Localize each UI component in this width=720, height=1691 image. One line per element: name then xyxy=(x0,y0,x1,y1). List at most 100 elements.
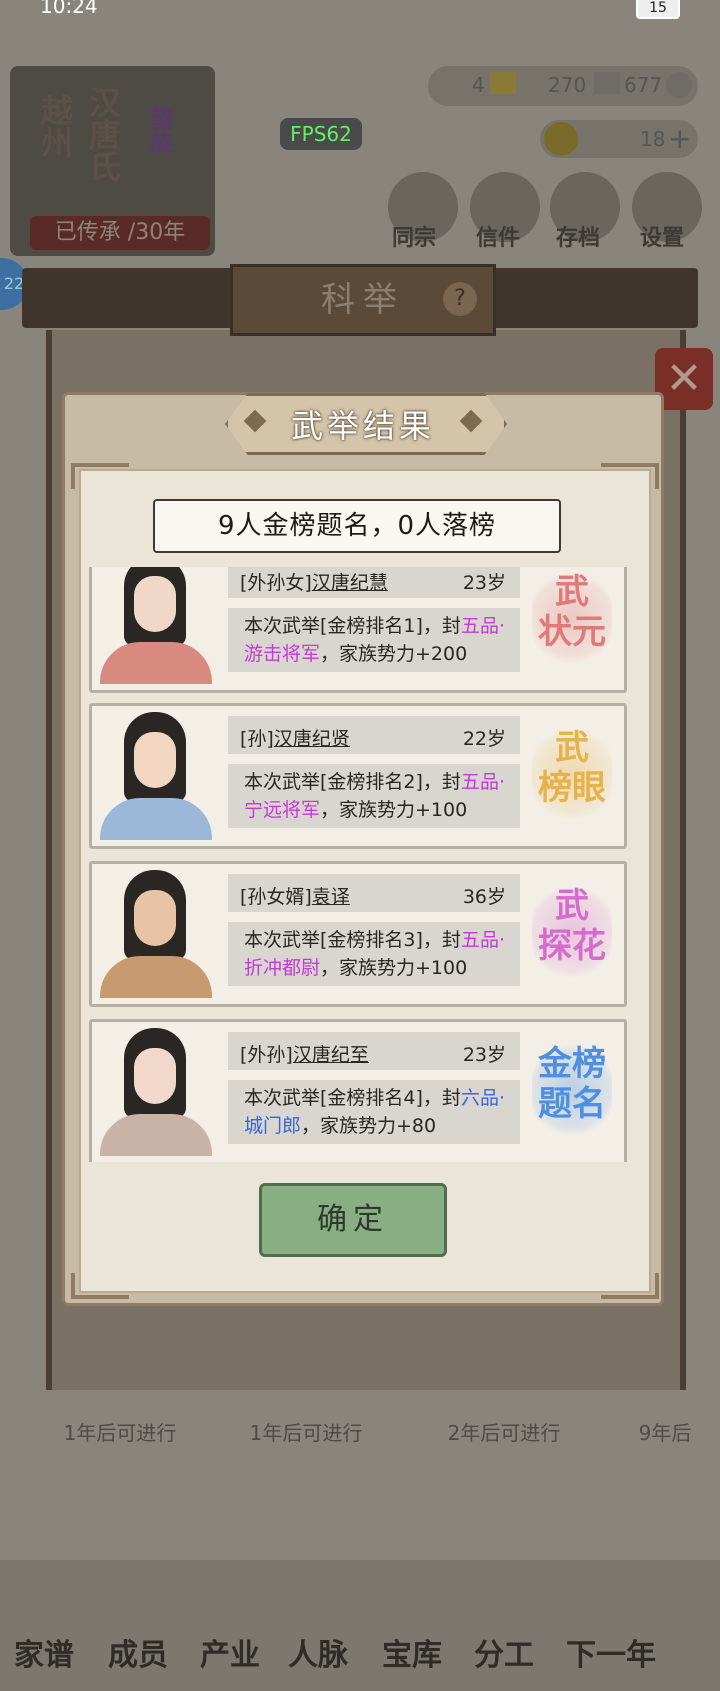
nav-treasury[interactable]: 宝库 xyxy=(382,1630,442,1674)
portrait-image xyxy=(94,567,216,684)
modal-inner: 9人金榜题名，0人落榜 [外孙女]汉唐纪慧 23岁 本次武举[金榜排名1]，封五… xyxy=(71,463,659,1299)
stamp-text: 金榜 题名 xyxy=(538,1044,606,1124)
member-age: 23岁 xyxy=(462,572,506,594)
desc-text: 本次武举[金榜排名1]，封 xyxy=(244,615,461,637)
member-relation-name: [外孙女]汉唐纪慧 xyxy=(240,572,388,594)
desc-text: 本次武举[金榜排名2]，封 xyxy=(244,771,461,793)
menu-label-settings[interactable]: 设置 xyxy=(640,220,684,252)
desc-bonus: ，家族势力+100 xyxy=(320,799,468,821)
menu-label-clan[interactable]: 同宗 xyxy=(392,220,436,252)
food-bar: 18 + xyxy=(540,120,698,158)
gold-ingot-icon xyxy=(490,72,516,94)
panel-title: 科举 ? xyxy=(230,264,496,336)
bottom-cell-1: 1年后可进行 xyxy=(63,1421,177,1445)
nav-genealogy[interactable]: 家谱 xyxy=(14,1630,74,1674)
desc-bonus: ，家族势力+200 xyxy=(320,643,468,665)
portrait-image xyxy=(94,864,216,998)
member-name-link[interactable]: 汉唐纪慧 xyxy=(312,572,388,594)
rank-stamp: 武榜眼 xyxy=(532,724,612,824)
panel-title-text: 科举 xyxy=(321,280,405,320)
result-list[interactable]: [外孙女]汉唐纪慧 23岁 本次武举[金榜排名1]，封五品·游击将军，家族势力+… xyxy=(89,567,641,1162)
robe-shape xyxy=(100,1114,212,1156)
result-description: 本次武举[金榜排名2]，封五品·宁远将军，家族势力+100 xyxy=(228,764,520,828)
rank-stamp: 武探花 xyxy=(532,882,612,982)
robe-shape xyxy=(100,798,212,840)
food-value: 18 xyxy=(640,127,666,151)
result-description: 本次武举[金榜排名4]，封六品·城门郎，家族势力+80 xyxy=(228,1080,520,1144)
name-bar: [外孙女]汉唐纪慧 23岁 xyxy=(228,567,520,598)
status-bar: 10:24 15 xyxy=(0,0,720,22)
desc-text: 本次武举[金榜排名4]，封 xyxy=(244,1087,461,1109)
desc-text: 本次武举[金榜排名3]，封 xyxy=(244,929,461,951)
member-age: 36岁 xyxy=(462,886,506,908)
desc-bonus: ，家族势力+100 xyxy=(320,957,468,979)
rank-grade: 五 xyxy=(460,615,480,637)
add-icon[interactable]: + xyxy=(668,122,691,155)
help-icon[interactable]: ? xyxy=(443,282,477,316)
member-name-link[interactable]: 汉唐纪贤 xyxy=(274,728,350,750)
coin-value: 677 xyxy=(624,73,663,97)
result-summary: 9人金榜题名，0人落榜 xyxy=(153,499,561,553)
family-tag: 望族 xyxy=(145,106,173,154)
status-time: 10:24 xyxy=(40,0,98,18)
member-name-link[interactable]: 袁译 xyxy=(312,886,350,908)
gold-value: 4 xyxy=(472,73,485,97)
name-bar: [外孙]汉唐纪至 23岁 xyxy=(228,1032,520,1070)
nav-industry[interactable]: 产业 xyxy=(200,1630,260,1674)
bottom-cell-3: 2年后可进行 xyxy=(447,1421,561,1445)
bottom-cell-2: 1年后可进行 xyxy=(249,1421,363,1445)
result-card: [外孙]汉唐纪至 23岁 本次武举[金榜排名4]，封六品·城门郎，家族势力+80… xyxy=(89,1019,627,1162)
member-name-link[interactable]: 汉唐纪至 xyxy=(293,1044,369,1066)
fps-counter: FPS62 xyxy=(280,118,362,150)
menu-label-letters[interactable]: 信件 xyxy=(476,220,520,252)
corner-ornament xyxy=(71,463,129,489)
result-description: 本次武举[金榜排名3]，封五品·折冲都尉，家族势力+100 xyxy=(228,922,520,986)
stamp-text: 武探花 xyxy=(538,886,606,966)
stamp-text: 武状元 xyxy=(538,572,606,652)
nav-connections[interactable]: 人脉 xyxy=(288,1630,348,1674)
rank-stamp: 武状元 xyxy=(532,568,612,668)
desc-bonus: ，家族势力+80 xyxy=(301,1115,437,1137)
bottom-cell-4: 9年后 xyxy=(638,1421,692,1445)
name-bar: [孙]汉唐纪贤 22岁 xyxy=(228,716,520,754)
corner-ornament xyxy=(601,1273,659,1299)
face-shape xyxy=(134,1048,176,1104)
rank-grade: 五 xyxy=(460,771,480,793)
battery-icon: 15 xyxy=(636,0,680,19)
portrait-image xyxy=(94,706,216,840)
coin-icon xyxy=(666,72,692,98)
corner-ornament xyxy=(71,1273,129,1299)
result-card: [孙]汉唐纪贤 22岁 本次武举[金榜排名2]，封五品·宁远将军，家族势力+10… xyxy=(89,703,627,849)
face-shape xyxy=(134,890,176,946)
corner-ornament xyxy=(601,463,659,489)
portrait-image xyxy=(94,1022,216,1156)
face-shape xyxy=(134,576,176,632)
rank-grade: 五 xyxy=(460,929,480,951)
menu-label-save[interactable]: 存档 xyxy=(556,220,600,252)
robe-shape xyxy=(100,642,212,684)
member-age: 23岁 xyxy=(462,1044,506,1066)
modal-header: 武举结果 xyxy=(225,393,507,455)
rank-grade: 六 xyxy=(460,1087,480,1109)
member-relation-name: [孙]汉唐纪贤 xyxy=(240,728,350,750)
member-relation-name: [外孙]汉唐纪至 xyxy=(240,1044,369,1066)
family-clan: 汉唐氏 xyxy=(84,86,122,182)
rank-stamp: 金榜 题名 xyxy=(532,1040,612,1140)
name-bar: [孙女婿]袁译 36岁 xyxy=(228,874,520,912)
nav-next-year[interactable]: 下一年 xyxy=(566,1630,656,1674)
face-shape xyxy=(134,732,176,788)
member-relation-name: [孙女婿]袁译 xyxy=(240,886,350,908)
family-card[interactable]: 越州 汉唐氏 望族 已传承 /30年 xyxy=(10,66,215,256)
member-age: 22岁 xyxy=(462,728,506,750)
result-card: [外孙女]汉唐纪慧 23岁 本次武举[金榜排名1]，封五品·游击将军，家族势力+… xyxy=(89,567,627,693)
resource-bar: 4 270 677 xyxy=(428,66,698,106)
nav-division[interactable]: 分工 xyxy=(474,1630,534,1674)
family-region: 越州 xyxy=(36,94,74,158)
robe-shape xyxy=(100,956,212,998)
confirm-button[interactable]: 确定 xyxy=(259,1183,447,1257)
nav-members[interactable]: 成员 xyxy=(108,1630,168,1674)
stamp-text: 武榜眼 xyxy=(538,728,606,808)
silver-value: 270 xyxy=(548,73,587,97)
result-card: [孙女婿]袁译 36岁 本次武举[金榜排名3]，封五品·折冲都尉，家族势力+10… xyxy=(89,861,627,1007)
silver-ingot-icon xyxy=(594,72,620,94)
